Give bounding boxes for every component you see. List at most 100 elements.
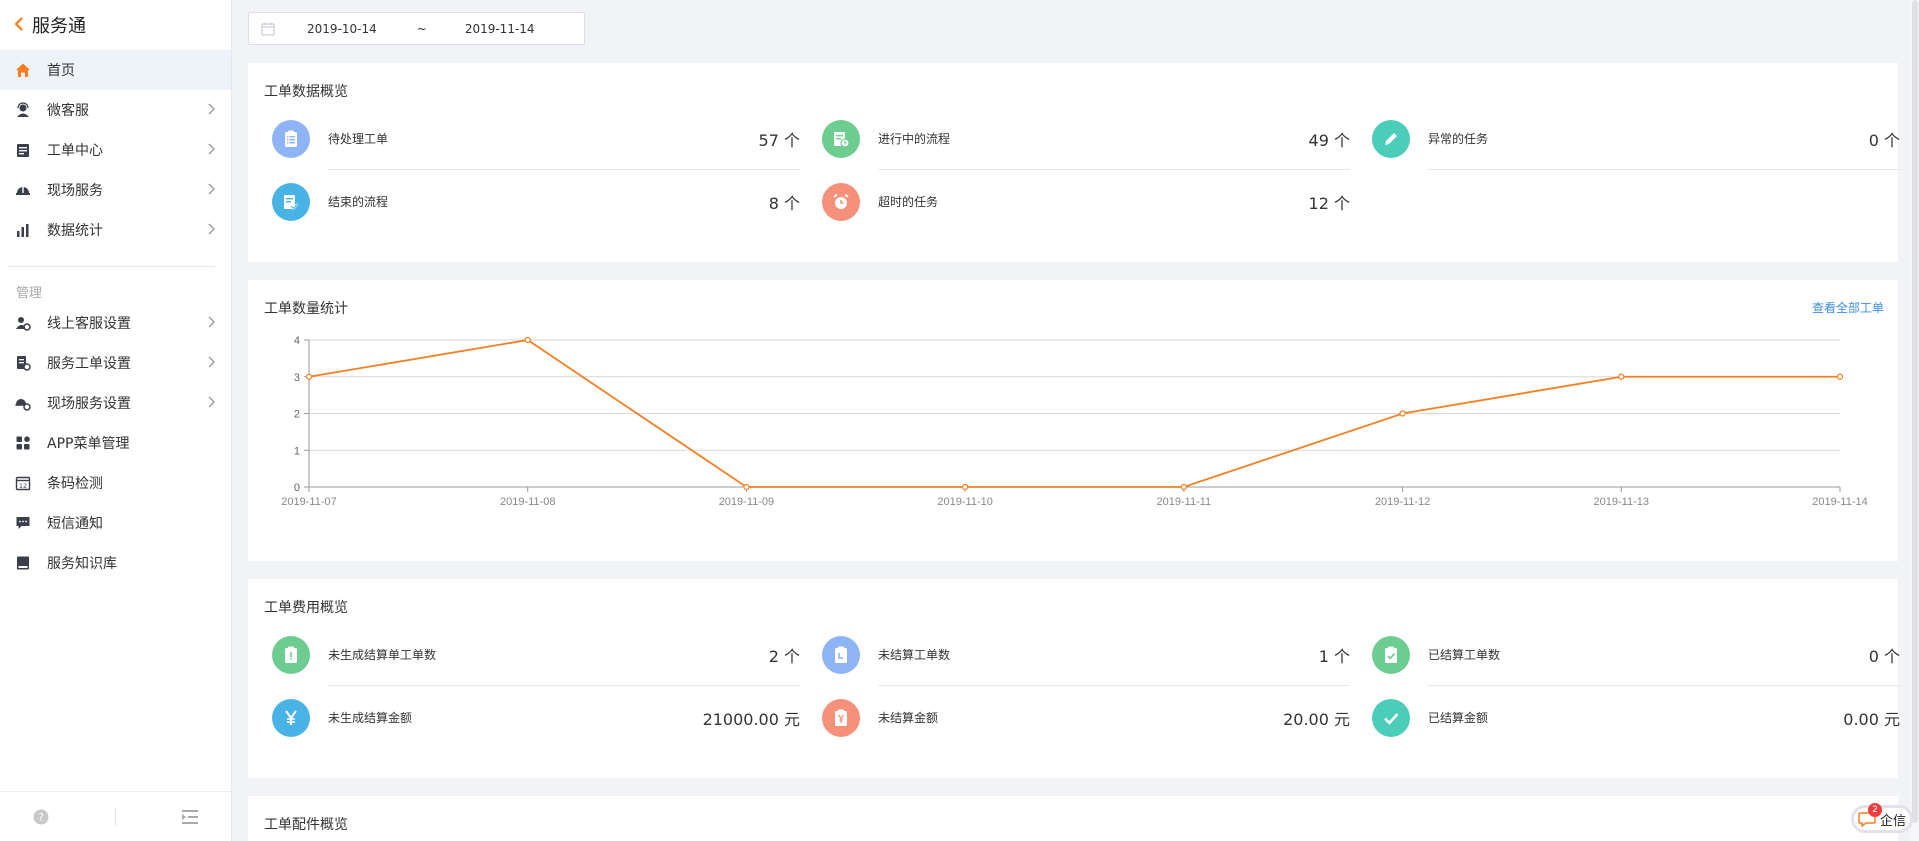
sidebar-footer: ? (0, 791, 231, 841)
parts-overview-card: 工单配件概览 (248, 796, 1898, 841)
sidebar-item-label: 现场服务 (47, 183, 103, 199)
yen-icon (272, 698, 310, 737)
stat-item[interactable]: 超时的任务 12 个 (822, 170, 1372, 233)
chevron-right-icon (207, 141, 215, 159)
nav-divider (8, 266, 215, 267)
sidebar-item-field-settings[interactable]: 现场服务设置 (0, 383, 231, 423)
sidebar-item-label: 条码检测 (47, 476, 103, 492)
clipboard-alert-icon (272, 635, 310, 674)
card-title: 工单配件概览 (264, 817, 348, 833)
help-circle-icon[interactable]: ? (32, 808, 50, 826)
chevron-right-icon (207, 314, 215, 332)
alarm-clock-icon (822, 182, 860, 221)
headset-agent-icon (14, 101, 32, 119)
stat-label: 结束的流程 (328, 195, 389, 209)
sidebar-item-ticket-list[interactable]: 工单中心 (0, 130, 231, 170)
stat-value: 21000.00 元 (702, 709, 800, 729)
stat-item[interactable]: 未结算工单数 1 个 (822, 623, 1372, 686)
view-all-tickets-link[interactable]: 查看全部工单 (1812, 299, 1884, 316)
clipboard-clock-icon (822, 635, 860, 674)
ticket-overview-card: 工单数据概览 待处理工单 57 个 进行中的流程 49 个 异常的任务 0 个结束的流程 8… (248, 63, 1900, 262)
stat-value: 49 个 (1308, 130, 1350, 150)
stat-item[interactable]: 已结算金额 0.00 元 (1372, 686, 1919, 749)
chevron-left-icon[interactable] (14, 16, 24, 35)
x-tick-label: 2019-11-11 (1157, 496, 1212, 508)
sidebar-item-bar-chart[interactable]: 数据统计 (0, 210, 231, 250)
fee-stat-grid: 未生成结算单工单数 2 个 未结算工单数 1 个 已结算工单数 0 个未生成结算金额 210… (248, 623, 1900, 749)
stat-item[interactable]: 结束的流程 8 个 (272, 170, 822, 233)
collapse-menu-icon[interactable] (181, 808, 199, 826)
stat-value: 0 个 (1868, 646, 1900, 666)
app-header: 服务通 (0, 0, 231, 50)
check-icon (1372, 698, 1410, 737)
stat-label: 进行中的流程 (878, 132, 951, 146)
svg-text:12: 12 (19, 482, 27, 490)
data-point (1618, 373, 1625, 380)
sidebar-item-helmet[interactable]: 现场服务 (0, 170, 231, 210)
stat-label: 已结算金额 (1428, 711, 1489, 725)
sidebar-item-agent-settings[interactable]: 线上客服设置 (0, 303, 231, 343)
stat-item[interactable]: 未结算金额 20.00 元 (822, 686, 1372, 749)
stat-value: 20.00 元 (1283, 709, 1350, 729)
stat-item[interactable]: 待处理工单 57 个 (272, 107, 822, 170)
ticket-line-chart-area: 0 1 2 3 4 2019-11-07 2019-11-08 2019-11-09 2019-… (248, 324, 1898, 524)
card-title: 工单数量统计 (264, 301, 348, 317)
book-icon (14, 554, 32, 572)
bar-chart-icon (14, 221, 32, 239)
clipboard-yen-icon (822, 698, 860, 737)
y-tick-label: 2 (294, 409, 300, 421)
scrollbar-thumb[interactable] (1912, 0, 1918, 823)
chevron-right-icon (207, 354, 215, 372)
sidebar-item-sms[interactable]: 短信通知 (0, 503, 231, 543)
stat-value: 1 个 (1318, 646, 1350, 666)
date-end[interactable]: 2019-11-14 (465, 22, 535, 36)
y-tick-label: 3 (294, 372, 300, 384)
sidebar-item-headset-agent[interactable]: 微客服 (0, 90, 231, 130)
chevron-right-icon (207, 101, 215, 119)
date-start[interactable]: 2019-10-14 (307, 22, 377, 36)
nav-section-label: 管理 (16, 285, 43, 301)
sidebar-item-home[interactable]: 首页 (0, 50, 231, 90)
stat-value: 0 个 (1868, 130, 1900, 150)
stat-item[interactable]: 未生成结算单工单数 2 个 (272, 623, 822, 686)
stat-item[interactable]: 未生成结算金额 21000.00 元 (272, 686, 822, 749)
stat-item[interactable]: 已结算工单数 0 个 (1372, 623, 1919, 686)
agent-settings-icon (14, 314, 32, 332)
sidebar-item-ticket-settings[interactable]: 服务工单设置 (0, 343, 231, 383)
chat-widget-label: 企信 (1879, 813, 1906, 829)
field-settings-icon (14, 394, 32, 412)
chevron-right-icon (207, 181, 215, 199)
sidebar-item-label: 线上客服设置 (47, 316, 131, 332)
sidebar-item-book[interactable]: 服务知识库 (0, 543, 231, 583)
date-range-picker[interactable]: 2019-10-14 ~ 2019-11-14 (248, 12, 585, 45)
sidebar-item-label: 服务知识库 (47, 556, 117, 572)
pencil-icon (1372, 119, 1410, 158)
chat-bubble-icon: 2 (1858, 803, 1882, 828)
sidebar-item-label: 微客服 (47, 103, 89, 119)
x-tick-label: 2019-11-07 (281, 496, 336, 508)
x-tick-label: 2019-11-10 (937, 496, 992, 508)
sidebar-item-label: 服务工单设置 (47, 356, 131, 372)
helmet-icon (14, 181, 32, 199)
x-tick-label: 2019-11-08 (500, 496, 555, 508)
sidebar-item-label: 首页 (47, 63, 75, 79)
stat-item[interactable]: 进行中的流程 49 个 (822, 107, 1372, 170)
app-title: 服务通 (32, 16, 86, 37)
calendar-icon (261, 22, 275, 36)
scrollbar[interactable] (1911, 0, 1919, 841)
data-point (524, 336, 531, 344)
stat-item[interactable]: 异常的任务 0 个 (1372, 107, 1919, 170)
ticket-stats-card: 工单数量统计 查看全部工单 0 1 2 3 4 2019-11-07 2019-11-08 2… (248, 280, 1898, 561)
svg-text:?: ? (38, 811, 44, 824)
stat-value: 57 个 (758, 130, 800, 150)
data-point (1180, 483, 1187, 491)
data-point (1399, 410, 1406, 417)
x-tick-label: 2019-11-09 (719, 496, 774, 508)
sidebar-item-grid-apps[interactable]: APP菜单管理 (0, 423, 231, 463)
grid-apps-icon (14, 434, 32, 452)
sidebar-item-barcode-calendar[interactable]: 12 条码检测 (0, 463, 231, 503)
doc-clock-icon (822, 119, 860, 158)
data-point (305, 373, 313, 380)
doc-check-icon (272, 182, 310, 221)
chat-widget-button[interactable]: 2 企信 (1851, 803, 1913, 833)
